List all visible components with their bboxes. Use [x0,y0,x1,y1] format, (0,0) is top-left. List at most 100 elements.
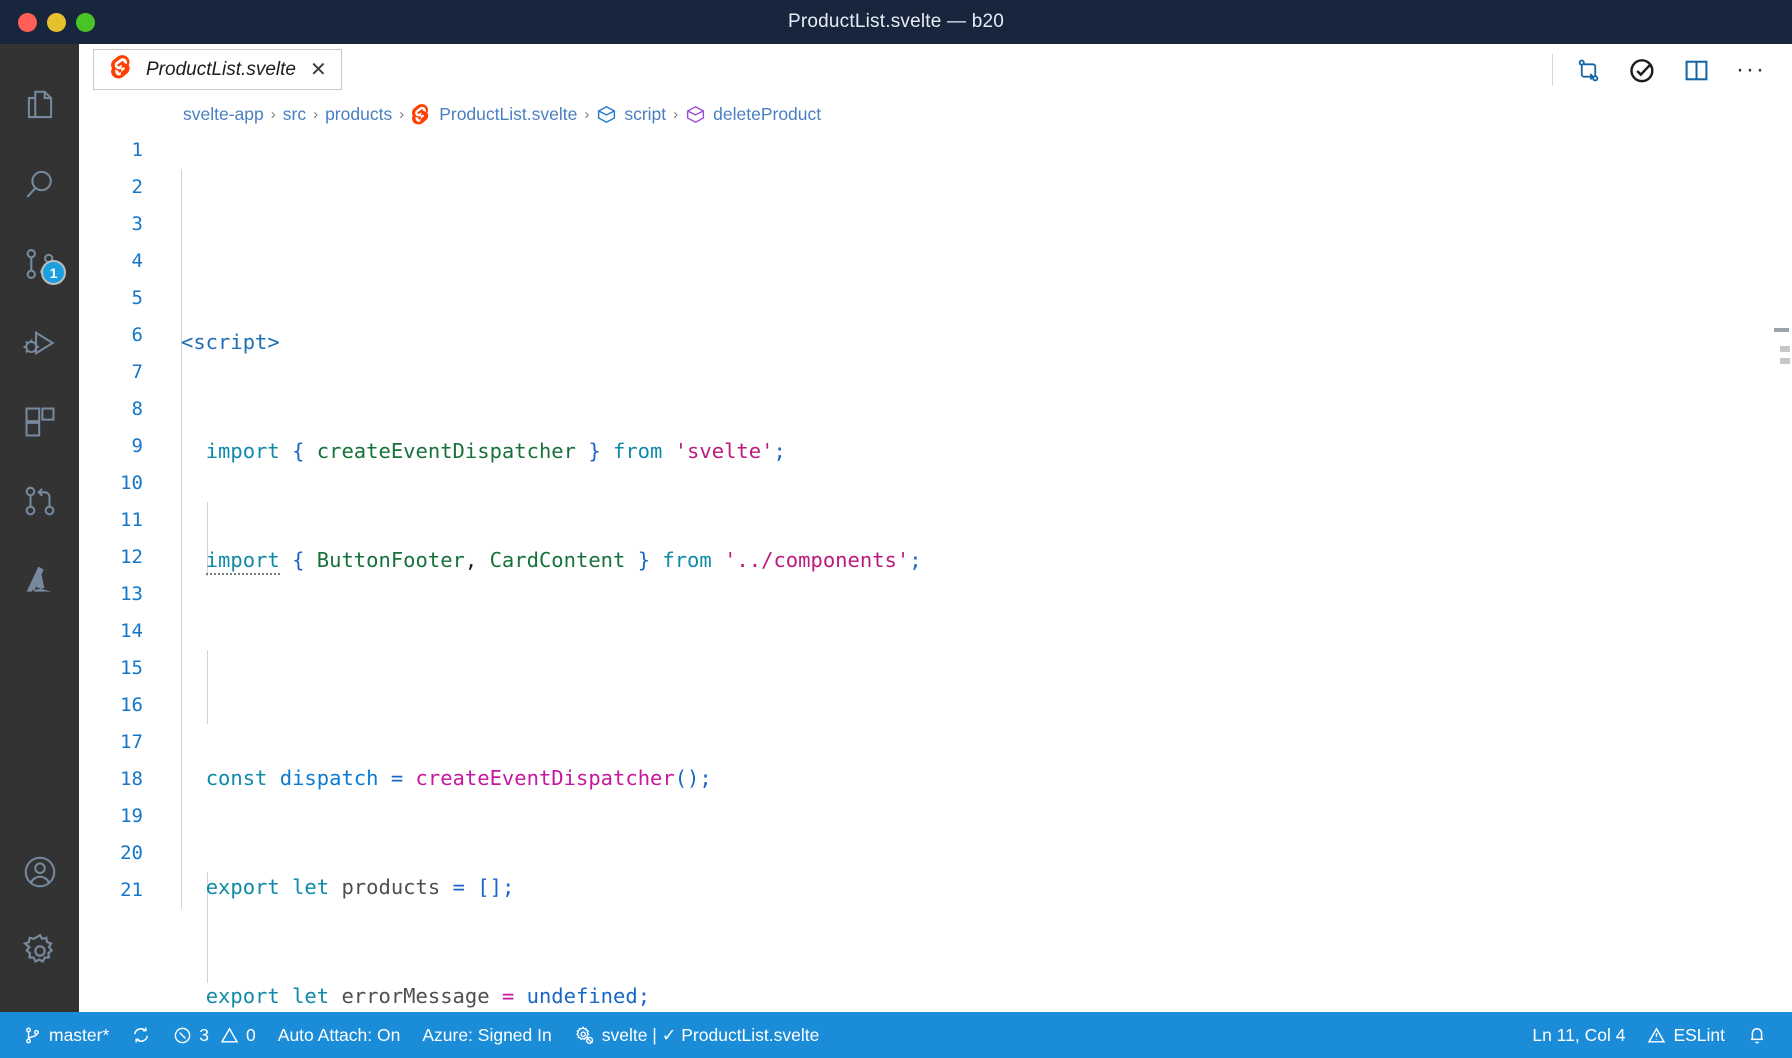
ellipsis-icon[interactable]: ··· [1736,63,1766,77]
code-line[interactable]: export let products = []; [181,869,1792,906]
code-line[interactable]: import { ButtonFooter, CardContent } fro… [181,542,1792,579]
status-warning-count: 0 [246,1025,256,1046]
status-svelte-label: svelte | ✓ ProductList.svelte [602,1025,820,1046]
line-number-gutter: 1 2 3 4 5 6 7 8 9 10 11 12 13 14 15 16 1 [79,132,159,1012]
overview-ruler-mark [1774,328,1789,332]
sidebar-item-pull-requests[interactable] [0,461,79,540]
code-line[interactable]: export let errorMessage = undefined; [181,978,1792,1012]
code-line[interactable] [181,651,1792,688]
source-control-branch-icon [23,1026,42,1045]
close-icon[interactable]: ✕ [308,60,327,80]
breadcrumb: svelte-app › src › products › ProductLis… [79,96,1792,132]
status-auto-attach-label: Auto Attach: On [278,1025,401,1046]
status-branch[interactable]: master* [12,1012,120,1058]
sidebar-item-search[interactable] [0,145,79,224]
azure-icon [20,560,60,600]
svelte-icon [411,104,432,125]
warning-icon [220,1026,239,1045]
line-number: 19 [79,798,143,835]
breadcrumb-label: script [624,104,666,125]
bell-icon [1747,1025,1767,1045]
line-number: 8 [79,391,143,428]
sidebar-item-extensions[interactable] [0,382,79,461]
sidebar-item-manage[interactable] [0,911,79,990]
breadcrumb-separator: › [399,106,404,123]
overview-ruler-mark [1780,358,1790,364]
editor-scrollbar[interactable] [1766,132,1792,1012]
breadcrumb-item-svelte-app[interactable]: svelte-app [183,104,264,125]
code-line[interactable]: const dispatch = createEventDispatcher()… [181,760,1792,797]
overview-ruler-mark [1780,346,1790,352]
search-icon [21,166,59,204]
line-number: 10 [79,465,143,502]
line-number: 12 [79,539,143,576]
status-eslint[interactable]: ESLint [1636,1012,1736,1058]
sync-icon [131,1025,151,1045]
breadcrumb-separator: › [271,106,276,123]
breadcrumb-item-script[interactable]: script [596,104,666,125]
pull-request-icon [21,482,59,520]
status-eslint-label: ESLint [1673,1025,1725,1046]
tab-productlist-svelte[interactable]: ProductList.svelte ✕ [93,49,342,90]
split-editor-icon[interactable] [1683,57,1710,84]
breadcrumb-item-productlist-svelte[interactable]: ProductList.svelte [411,104,577,125]
breadcrumb-item-src[interactable]: src [283,104,306,125]
sidebar-item-explorer[interactable] [0,66,79,145]
compare-changes-icon[interactable] [1575,57,1602,84]
code-line[interactable]: import { createEventDispatcher } from 's… [181,433,1792,470]
line-number: 20 [79,835,143,872]
gear-icon [20,931,60,971]
line-number: 7 [79,354,143,391]
line-number: 17 [79,724,143,761]
line-number: 4 [79,243,143,280]
window-title: ProductList.svelte — b20 [0,11,1792,33]
line-number: 5 [79,280,143,317]
symbol-method-icon [685,104,706,125]
breadcrumb-separator: › [313,106,318,123]
breadcrumb-label: ProductList.svelte [439,104,577,125]
status-sync[interactable] [120,1012,162,1058]
svelte-gear-icon [574,1025,595,1046]
status-cursor-position[interactable]: Ln 11, Col 4 [1521,1012,1636,1058]
breadcrumb-item-deleteproduct[interactable]: deleteProduct [685,104,821,125]
zoom-window-button[interactable] [76,13,95,32]
breadcrumb-separator: › [584,106,589,123]
indent-guide [181,169,182,909]
status-bar: master* 3 [0,1012,1792,1058]
breadcrumb-item-products[interactable]: products [325,104,392,125]
line-number: 18 [79,761,143,798]
sidebar-item-accounts[interactable] [0,832,79,911]
line-number: 6 [79,317,143,354]
line-number: 21 [79,872,143,909]
tab-label: ProductList.svelte [146,59,296,81]
editor-area: ProductList.svelte ✕ [79,44,1792,1012]
status-notifications[interactable] [1736,1012,1778,1058]
code-line[interactable]: <script> [181,324,1792,361]
line-number: 3 [79,206,143,243]
code-editor[interactable]: 1 2 3 4 5 6 7 8 9 10 11 12 13 14 15 16 1 [79,132,1792,1012]
activity-bar: 1 [0,44,79,1012]
line-number: 15 [79,650,143,687]
minimize-window-button[interactable] [47,13,66,32]
check-circle-icon[interactable] [1628,56,1657,85]
title-bar: ProductList.svelte — b20 [0,0,1792,44]
code-content[interactable]: <script> import { createEventDispatcher … [159,132,1792,1012]
status-svelte[interactable]: svelte | ✓ ProductList.svelte [563,1012,831,1058]
status-azure-account[interactable]: Azure: Signed In [411,1012,562,1058]
editor-tab-bar: ProductList.svelte ✕ [79,44,1792,96]
tab-bar-spacer [342,44,1552,96]
line-number: 2 [79,169,143,206]
status-azure-label: Azure: Signed In [422,1025,551,1046]
status-error-count: 3 [199,1025,209,1046]
line-number: 1 [79,132,143,169]
sidebar-item-source-control[interactable]: 1 [0,224,79,303]
status-problems[interactable]: 3 0 [162,1012,266,1058]
line-number: 9 [79,428,143,465]
sidebar-item-run-and-debug[interactable] [0,303,79,382]
sidebar-item-azure[interactable] [0,540,79,619]
close-window-button[interactable] [18,13,37,32]
status-auto-attach[interactable]: Auto Attach: On [267,1012,412,1058]
symbol-module-icon [596,104,617,125]
vscode-window: ProductList.svelte — b20 [0,0,1792,1058]
extensions-icon [21,403,59,441]
